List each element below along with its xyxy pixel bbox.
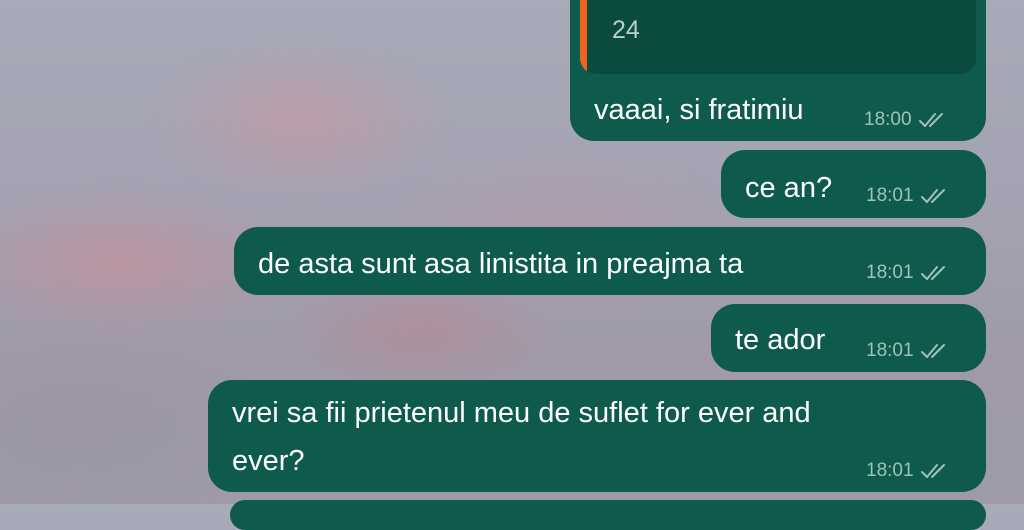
message-text: te ador xyxy=(735,324,826,356)
message-bubble-partial[interactable] xyxy=(230,500,986,530)
message-time: 18:01 xyxy=(866,262,914,283)
message-meta: 18:00 xyxy=(864,109,946,131)
message-text-line-1: vrei sa fii prietenul meu de suflet for … xyxy=(232,397,811,429)
message-text: de asta sunt asa linistita in preajma ta xyxy=(258,248,744,280)
message-text: ce an? xyxy=(745,172,833,204)
message-text-line-2: ever? xyxy=(232,445,305,477)
message-text: vaaai, si fratimiu xyxy=(594,94,804,126)
quote-accent-bar xyxy=(580,0,587,74)
message-meta: 18:01 xyxy=(866,185,948,207)
message-time: 18:00 xyxy=(864,109,912,130)
message-meta: 18:01 xyxy=(866,460,948,482)
message-time: 18:01 xyxy=(866,340,914,361)
double-check-icon xyxy=(920,464,945,478)
message-meta: 18:01 xyxy=(866,262,948,284)
message-time: 18:01 xyxy=(866,185,914,206)
quoted-reply-text: 24 xyxy=(612,16,640,44)
double-check-icon xyxy=(920,189,945,203)
message-meta: 18:01 xyxy=(866,340,948,362)
double-check-icon xyxy=(920,266,945,280)
double-check-icon xyxy=(920,344,945,358)
quoted-reply[interactable]: 24 xyxy=(580,0,976,74)
double-check-icon xyxy=(918,113,943,127)
message-time: 18:01 xyxy=(866,460,914,481)
